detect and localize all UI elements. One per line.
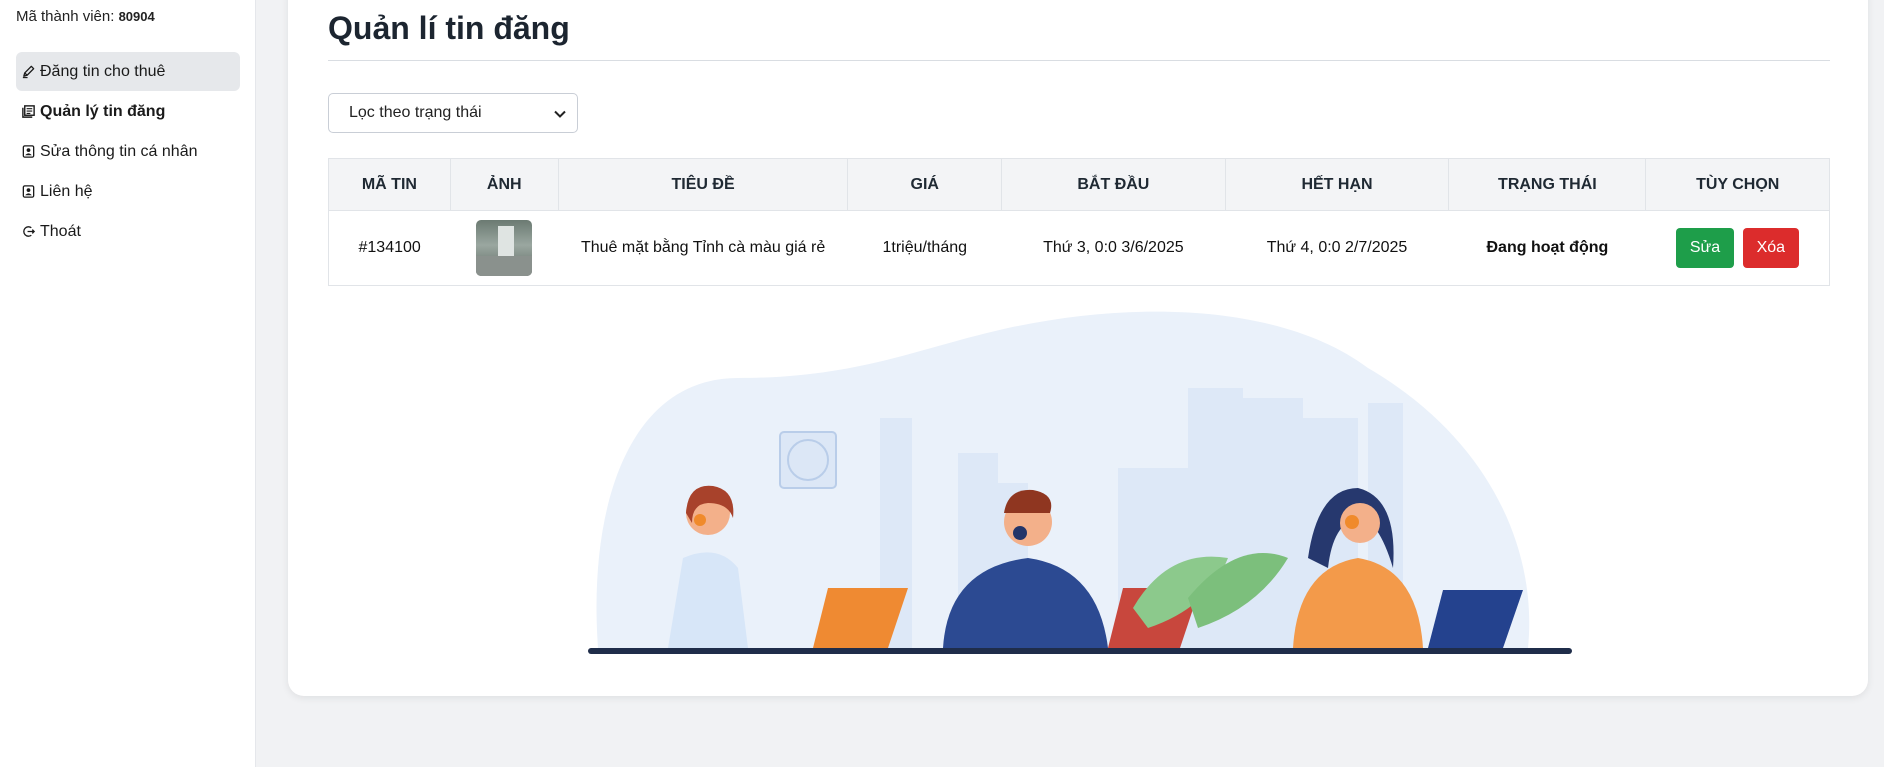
pen-icon (16, 64, 40, 79)
user-badge-icon (16, 144, 40, 159)
post-options: Sửa Xóa (1645, 210, 1830, 286)
status-filter-value: Lọc theo trạng thái (349, 104, 482, 121)
member-label: Mã thành viên: (16, 8, 115, 25)
col-header-options: TÙY CHỌN (1645, 158, 1830, 211)
post-thumbnail[interactable] (476, 220, 533, 276)
sidebar-item-label: Quản lý tin đăng (40, 102, 166, 120)
delete-button[interactable]: Xóa (1742, 228, 1800, 268)
post-id: #134100 (328, 210, 451, 286)
contact-icon (16, 184, 40, 199)
sidebar-item-edit-profile[interactable]: Sửa thông tin cá nhân (16, 132, 240, 171)
col-header-image: ẢNH (449, 158, 559, 211)
member-id: 80904 (118, 9, 155, 24)
col-header-title: TIÊU ĐỀ (557, 158, 849, 211)
sidebar-item-logout[interactable]: Thoát (16, 212, 240, 251)
title-divider (328, 60, 1830, 61)
chevron-down-icon (554, 110, 566, 118)
sidebar-item-manage-posts[interactable]: Quản lý tin đăng (16, 92, 240, 131)
sidebar-item-post-rental[interactable]: Đăng tin cho thuê (16, 52, 240, 91)
sidebar-item-label: Liên hệ (40, 182, 93, 200)
post-start-date: Thứ 3, 0:0 3/6/2025 (1001, 210, 1226, 286)
logout-icon (16, 224, 40, 239)
table-header-row: MÃ TIN ẢNH TIÊU ĐỀ GIÁ BẮT ĐẦU HẾT HẠN T… (328, 158, 1830, 211)
col-header-start: BẮT ĐẦU (1001, 158, 1226, 211)
list-icon (16, 104, 40, 119)
col-header-id: MÃ TIN (328, 158, 451, 211)
col-header-status: TRẠNG THÁI (1448, 158, 1647, 211)
page-title: Quản lí tin đăng (328, 10, 570, 46)
posts-table: MÃ TIN ẢNH TIÊU ĐỀ GIÁ BẮT ĐẦU HẾT HẠN T… (328, 158, 1830, 286)
col-header-price: GIÁ (847, 158, 1003, 211)
table-row: #134100 Thuê mặt bằng Tỉnh cà màu giá rẻ… (328, 210, 1830, 286)
post-end-date: Thứ 4, 0:0 2/7/2025 (1225, 210, 1449, 286)
sidebar-item-label: Đăng tin cho thuê (40, 62, 166, 80)
support-team-illustration (588, 311, 1572, 654)
sidebar-item-contact[interactable]: Liên hệ (16, 172, 240, 211)
sidebar-menu: Đăng tin cho thuê Quản lý tin đăng Sửa t… (16, 52, 240, 252)
status-badge: Đang hoạt động (1448, 210, 1646, 286)
member-info: Mã thành viên: 80904 (16, 8, 155, 25)
edit-button[interactable]: Sửa (1675, 228, 1735, 268)
post-price: 1triệu/tháng (847, 210, 1002, 286)
sidebar-item-label: Thoát (40, 222, 81, 240)
status-filter-select[interactable]: Lọc theo trạng thái (328, 93, 578, 133)
col-header-end: HẾT HẠN (1224, 158, 1450, 211)
sidebar: Mã thành viên: 80904 Đăng tin cho thuê Q… (0, 0, 256, 767)
sidebar-item-label: Sửa thông tin cá nhân (40, 142, 198, 160)
post-title: Thuê mặt bằng Tỉnh cà màu giá rẻ (558, 210, 848, 286)
post-image-cell (450, 210, 559, 286)
